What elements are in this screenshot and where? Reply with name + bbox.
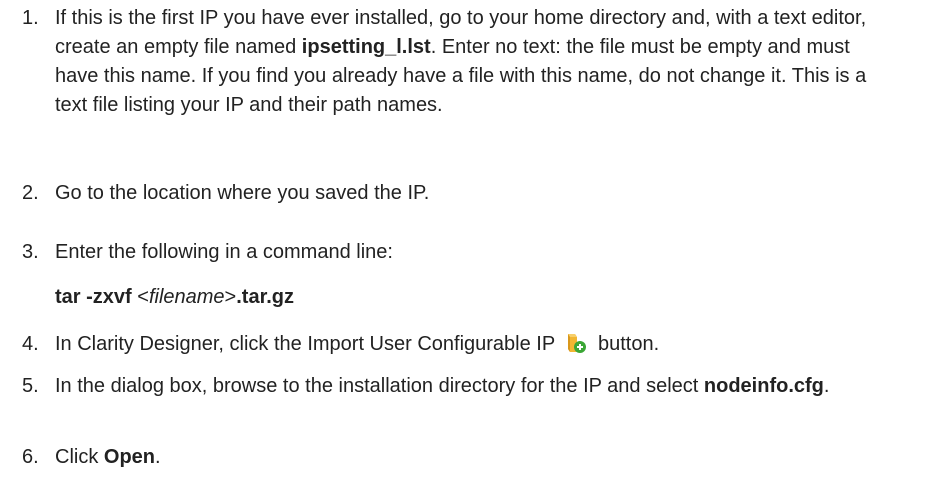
- step-number: 1.: [22, 7, 39, 29]
- step-number: 4.: [22, 333, 39, 355]
- step-text-part: button.: [597, 333, 660, 355]
- command-suffix: .tar.gz: [236, 286, 295, 308]
- import-ip-icon: [564, 332, 588, 354]
- step-number: 5.: [22, 375, 39, 397]
- step-text: In the dialog box, browse to the install…: [55, 372, 895, 401]
- step-number: 6.: [22, 446, 39, 468]
- filename-text: ipsetting_l.lst: [301, 36, 431, 58]
- step-text: Click Open.: [55, 443, 895, 472]
- step-text: In Clarity Designer, click the Import Us…: [55, 330, 895, 359]
- config-filename-text: nodeinfo.cfg: [703, 375, 824, 397]
- step-text-part: .: [155, 446, 161, 468]
- step-text: Enter the following in a command line:: [55, 241, 393, 263]
- instruction-list: 1. If this is the first IP you have ever…: [0, 0, 929, 485]
- command-line: tar -zxvf <filename>.tar.gz: [55, 283, 895, 312]
- command-placeholder: filename: [148, 286, 225, 308]
- command-prefix: tar -zxvf: [55, 286, 138, 308]
- open-label-text: Open: [103, 446, 156, 468]
- command-gt: >: [224, 286, 237, 308]
- step-text: If this is the first IP you have ever in…: [55, 4, 895, 120]
- step-text-part: .: [823, 375, 830, 397]
- step-text: Go to the location where you saved the I…: [55, 182, 430, 204]
- step-text-part: Click: [55, 446, 104, 468]
- step-text-part: In the dialog box, browse to the install…: [55, 375, 704, 397]
- command-lt: <: [137, 286, 149, 308]
- step-number: 3.: [22, 241, 39, 263]
- step-number: 2.: [22, 182, 39, 204]
- step-text-part: In Clarity Designer, click the Import Us…: [55, 333, 555, 355]
